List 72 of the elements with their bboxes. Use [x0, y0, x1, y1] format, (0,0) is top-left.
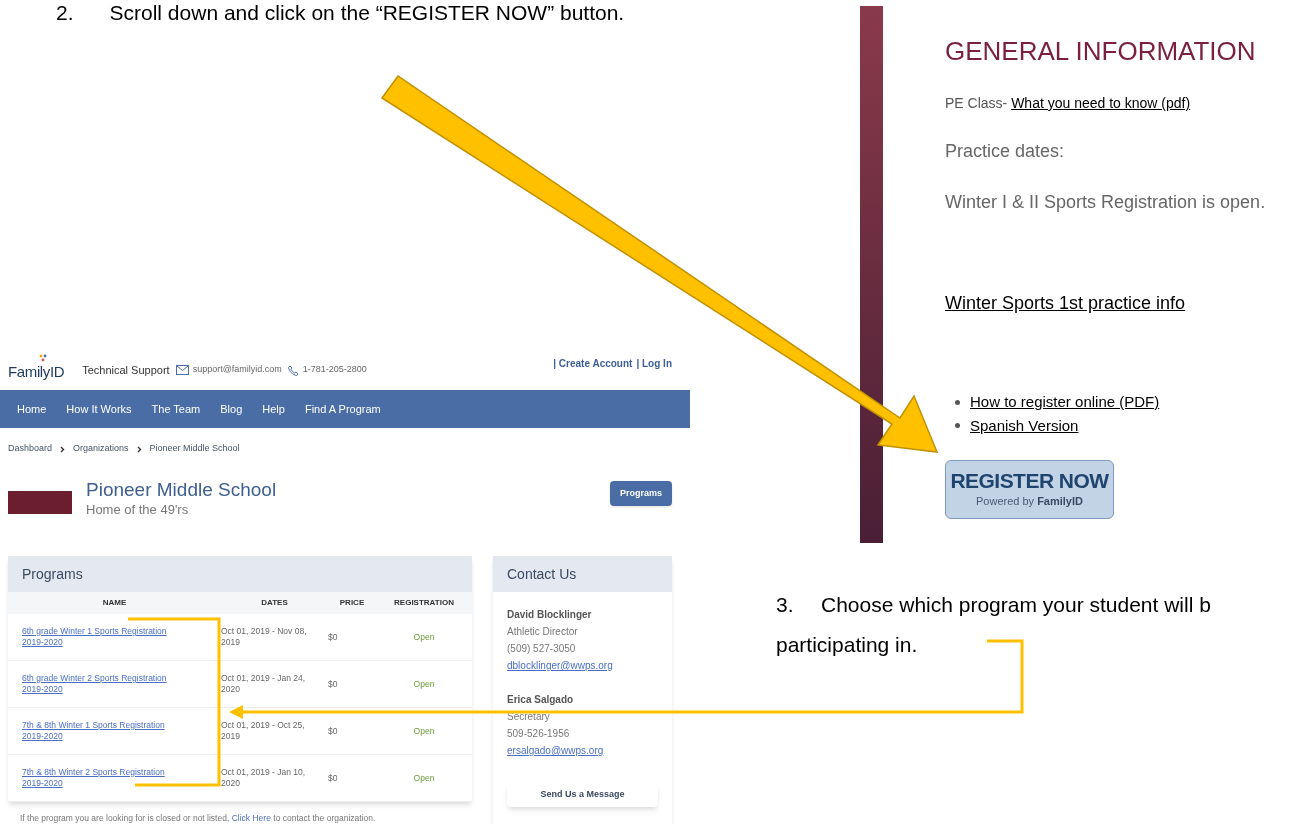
program-link[interactable]: 6th grade Winter 1 Sports Registration 2019-2020	[8, 626, 221, 648]
program-dates: Oct 01, 2019 - Jan 24, 2020	[221, 673, 307, 695]
contact-email[interactable]: ersalgado@wwps.org	[507, 742, 672, 759]
practice-dates: Practice dates:	[945, 140, 1066, 163]
familyid-logo: FamilyID	[8, 356, 65, 384]
support-label: Technical Support	[82, 362, 170, 378]
help-note: If the program you are looking for is closed or not listed, Click Here to contact the organization.	[19, 812, 377, 824]
support-email[interactable]: support@familyid.com	[192, 363, 282, 377]
nav-link[interactable]: The Team	[151, 400, 201, 418]
program-link[interactable]: 7th & 8th Winter 2 Sports Registration 2019-2020	[8, 767, 221, 789]
school-tagline: Home of the 49'rs	[86, 502, 190, 518]
registration-status: Open	[412, 630, 436, 644]
step-instruction: Scroll down and click on the “REGISTER NOW” button.	[109, 1, 625, 26]
column-header: REGISTRATION	[393, 597, 455, 609]
dots-icon	[38, 353, 48, 362]
bullet-icon	[955, 399, 960, 405]
step-number: 2.	[56, 1, 74, 26]
send-message-button[interactable]: Send Us a Message	[507, 783, 658, 807]
column-header: DATES	[260, 597, 289, 609]
program-price: $0	[328, 771, 339, 785]
registration-status: Open	[412, 724, 436, 738]
registration-status: Open	[412, 677, 436, 691]
programs-title: Programs	[22, 564, 83, 584]
contact-name: David Blocklinger	[507, 608, 593, 622]
nav-link[interactable]: Find A Program	[304, 400, 381, 418]
program-link[interactable]: 7th & 8th Winter 1 Sports Registration 2019-2020	[8, 720, 221, 742]
school-name: Pioneer Middle School	[86, 478, 277, 502]
chevron-icon	[60, 445, 66, 453]
pe-class-line: PE Class- What you need to know (pdf)	[945, 94, 1192, 113]
column-header: NAME	[101, 597, 128, 609]
document-link[interactable]: How to register online (PDF)	[970, 391, 1160, 414]
document-link[interactable]: Spanish Version	[970, 414, 1079, 437]
contact-title: Contact Us	[507, 564, 577, 584]
program-dates: Oct 01, 2019 - Oct 25, 2019	[221, 720, 306, 742]
nav-link[interactable]: Home	[17, 400, 47, 418]
program-price: $0	[328, 630, 339, 644]
program-dates: Oct 01, 2019 - Jan 10, 2020	[221, 767, 307, 789]
registration-note: Winter I & II Sports Registration is open.	[945, 191, 1266, 214]
phone-icon	[287, 364, 299, 376]
breadcrumb-link[interactable]: Dashboard	[8, 442, 53, 456]
breadcrumb-link[interactable]: Organizations	[73, 442, 129, 456]
register-now-button[interactable]: REGISTER NOW Powered by FamilyID	[945, 460, 1114, 519]
program-price: $0	[328, 724, 339, 738]
practice-info-link[interactable]: Winter Sports 1st practice info	[945, 290, 1266, 317]
account-link[interactable]: | Create Account	[553, 356, 633, 371]
chevron-icon	[136, 445, 142, 453]
contact-email[interactable]: dblocklinger@wwps.org	[507, 657, 672, 674]
contact-role: Secretary	[507, 710, 551, 724]
support-phone: 1-781-205-2800	[302, 363, 367, 377]
nav-link[interactable]: How It Works	[66, 400, 132, 418]
step-instruction: participating in.	[776, 632, 919, 658]
school-logo	[8, 491, 72, 514]
bullet-icon	[955, 423, 960, 429]
program-link[interactable]: 6th grade Winter 2 Sports Registration 2019-2020	[8, 673, 221, 695]
mail-icon	[175, 365, 189, 375]
nav-link[interactable]: Blog	[220, 400, 243, 418]
programs-button[interactable]: Programs	[609, 481, 672, 506]
account-link[interactable]: | Log In	[636, 356, 672, 371]
contact-role: Athletic Director	[507, 625, 579, 639]
program-price: $0	[328, 677, 339, 691]
contact-name: Erica Salgado	[507, 693, 575, 707]
program-dates: Oct 01, 2019 - Nov 08, 2019	[221, 626, 308, 648]
contact-phone: 509-526-1956	[507, 727, 571, 741]
section-heading: GENERAL INFORMATION	[945, 36, 1257, 66]
breadcrumb-link[interactable]: Pioneer Middle School	[149, 442, 240, 456]
registration-status: Open	[412, 771, 436, 785]
contact-phone: (509) 527-3050	[507, 642, 577, 656]
click-here-link[interactable]: Click Here	[231, 813, 271, 823]
column-header: PRICE	[338, 597, 366, 609]
step-instruction: Choose which program your student will b	[821, 592, 1211, 618]
pe-link[interactable]: What you need to know (pdf)	[1011, 95, 1191, 111]
nav-link[interactable]: Help	[262, 400, 285, 418]
